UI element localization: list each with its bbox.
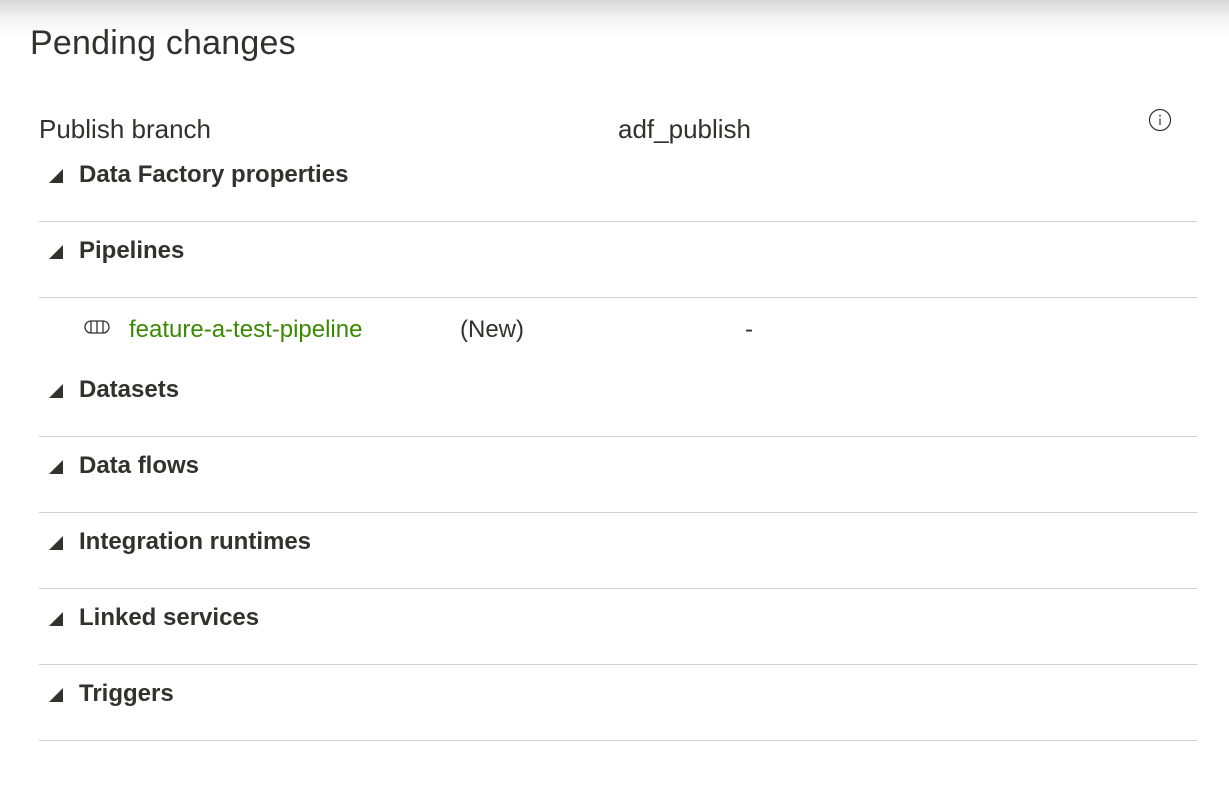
section-datasets[interactable]: Datasets — [39, 360, 1197, 437]
publish-branch-row: Publish branch adf_publish — [39, 108, 1197, 146]
caret-expanded-icon — [49, 245, 63, 259]
section-label: Integration runtimes — [79, 528, 312, 555]
publish-branch-value: adf_publish — [618, 114, 751, 144]
pipeline-status: (New) — [460, 316, 524, 343]
caret-expanded-icon — [49, 384, 63, 398]
section-data-factory-properties[interactable]: Data Factory properties — [39, 145, 1197, 222]
section-pipelines[interactable]: Pipelines — [39, 221, 1197, 298]
caret-expanded-icon — [49, 612, 63, 626]
section-label: Triggers — [79, 680, 174, 707]
pipeline-icon — [84, 320, 110, 334]
section-label: Pipelines — [79, 237, 185, 264]
page-title: Pending changes — [30, 24, 296, 62]
caret-expanded-icon — [49, 536, 63, 550]
publish-branch-label: Publish branch — [39, 114, 211, 144]
pipeline-detail: - — [745, 316, 753, 343]
caret-expanded-icon — [49, 688, 63, 702]
section-linked-services[interactable]: Linked services — [39, 588, 1197, 665]
pipeline-link[interactable]: feature-a-test-pipeline — [129, 316, 362, 344]
section-triggers[interactable]: Triggers — [39, 664, 1197, 741]
section-data-flows[interactable]: Data flows — [39, 436, 1197, 513]
section-label: Data flows — [79, 452, 200, 479]
section-label: Datasets — [79, 376, 180, 403]
caret-expanded-icon — [49, 169, 63, 183]
section-label: Linked services — [79, 604, 260, 631]
section-label: Data Factory properties — [79, 161, 349, 188]
pipeline-row: feature-a-test-pipeline (New) - — [39, 312, 1197, 350]
caret-expanded-icon — [49, 460, 63, 474]
info-icon[interactable] — [1148, 108, 1172, 132]
section-integration-runtimes[interactable]: Integration runtimes — [39, 512, 1197, 589]
